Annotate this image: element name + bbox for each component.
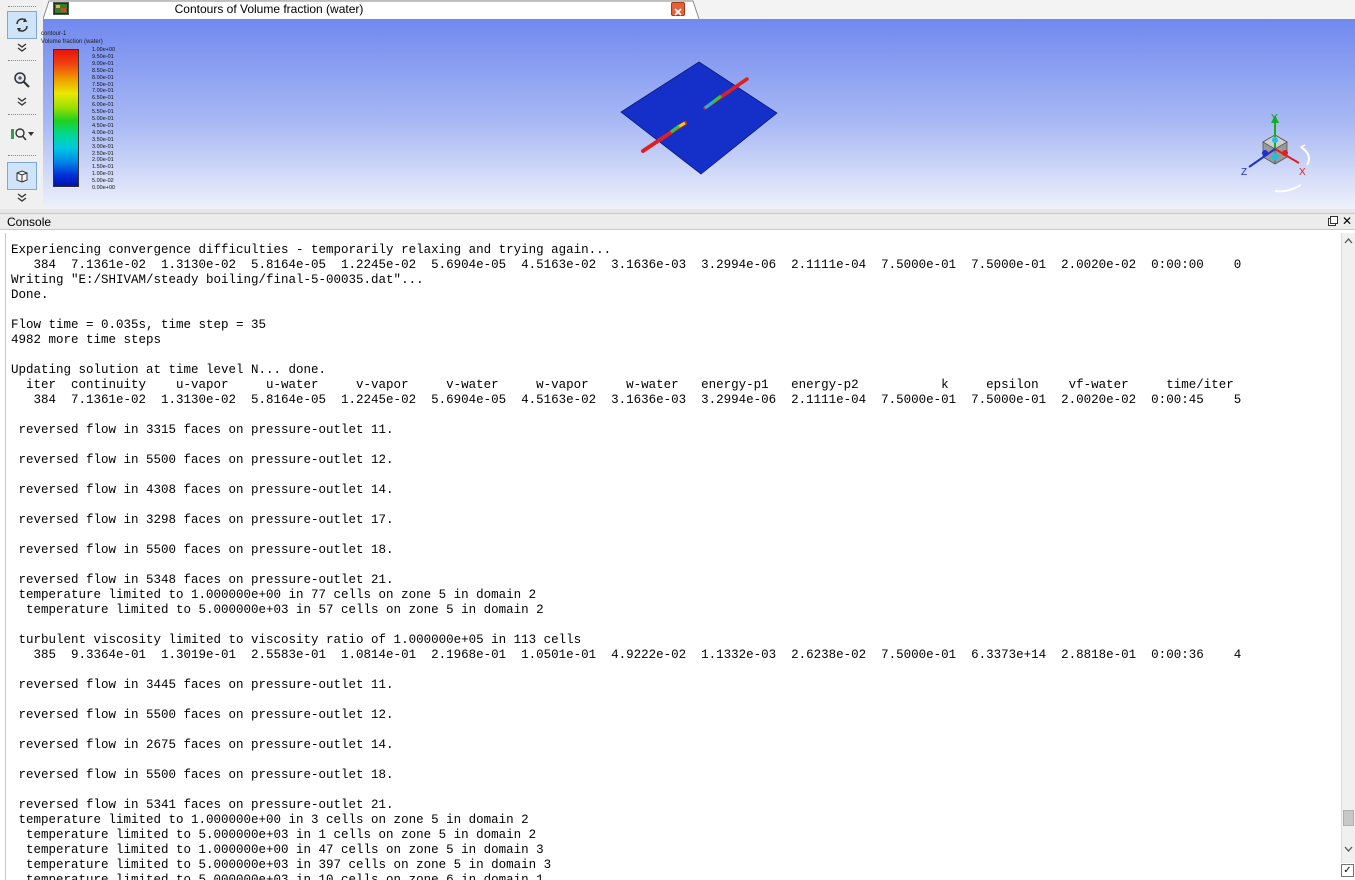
chevron-up-icon (1344, 238, 1353, 244)
console-line: reversed flow in 5500 faces on pressure-… (18, 543, 394, 557)
rotate-arrow-icon (1300, 146, 1310, 166)
console-line: temperature limited to 1.000000e+00 in 3… (18, 813, 529, 827)
console-output[interactable]: Experiencing convergence difficulties - … (5, 233, 1342, 880)
console-line: reversed flow in 5348 faces on pressure-… (18, 573, 394, 587)
legend-title: contour-1 (41, 31, 67, 37)
zoom-button[interactable] (7, 66, 37, 94)
console-line: reversed flow in 5500 faces on pressure-… (18, 708, 394, 722)
console-scrollbar[interactable] (1341, 233, 1355, 863)
rotate-icon (16, 18, 28, 32)
console-line: reversed flow in 5500 faces on pressure-… (18, 768, 394, 782)
legend-tick-label: 4.00e-01 (92, 129, 114, 136)
axis-z-label: Z (1241, 167, 1247, 178)
restore-icon[interactable] (1328, 216, 1338, 226)
graphics-viewport[interactable]: contour-1 Volume fraction (water) 1.00e+… (41, 19, 1355, 209)
tab-close-button[interactable] (671, 2, 685, 16)
legend-subtitle: Volume fraction (water) (41, 39, 103, 45)
console-line: reversed flow in 3445 faces on pressure-… (18, 678, 394, 692)
legend-tick-label: 4.50e-01 (92, 122, 114, 129)
legend-tick-label: 1.00e+00 (92, 47, 116, 53)
console-line: temperature limited to 5.000000e+03 in 3… (26, 858, 552, 872)
console-line: 384 7.1361e-02 1.3130e-02 5.8164e-05 1.2… (33, 393, 1242, 407)
console-line: reversed flow in 2675 faces on pressure-… (18, 738, 394, 752)
legend-tick-label: 8.50e-01 (92, 67, 114, 74)
console-line: reversed flow in 3298 faces on pressure-… (18, 513, 394, 527)
domain-surface (620, 61, 778, 175)
console-line: Done. (11, 288, 49, 302)
legend-tick-label: 5.50e-01 (92, 109, 114, 116)
console-line: turbulent viscosity limited to viscosity… (18, 633, 582, 647)
console-title: Console (7, 215, 52, 229)
cube-view-icon (16, 170, 28, 183)
axis-y-label: Y (1271, 113, 1278, 124)
scroll-down-button[interactable] (1342, 843, 1355, 857)
toolbar-separator (8, 155, 36, 156)
color-legend-bar (53, 49, 79, 187)
console-close-button[interactable]: ✕ (1342, 214, 1352, 228)
console-line: 4982 more time steps (11, 333, 162, 347)
console-line: temperature limited to 5.000000e+03 in 1… (26, 828, 537, 842)
console-line: temperature limited to 1.000000e+00 in 4… (26, 843, 544, 857)
console-line: 385 9.3364e-01 1.3019e-01 2.5583e-01 1.0… (33, 648, 1242, 662)
legend-tick-label: 7.50e-01 (92, 81, 114, 88)
console-line: reversed flow in 3315 faces on pressure-… (18, 423, 394, 437)
scroll-thumb[interactable] (1343, 810, 1354, 826)
probe-button[interactable] (7, 120, 37, 148)
console-line: reversed flow in 5341 faces on pressure-… (18, 798, 394, 812)
toolbar-separator (8, 60, 36, 61)
console-line: temperature limited to 5.000000e+03 in 1… (26, 873, 544, 880)
close-icon (674, 8, 682, 16)
console-line: reversed flow in 4308 faces on pressure-… (18, 483, 394, 497)
view-probe-icon (11, 128, 34, 141)
chevron-down-icon[interactable] (13, 43, 31, 53)
legend-tick-label: 6.00e-01 (92, 102, 114, 109)
tab-title: Contours of Volume fraction (water) (174, 2, 364, 16)
console-line: iter continuity u-vapor u-water v-vapor … (26, 378, 1234, 392)
legend-tick-label: 3.00e-01 (92, 143, 114, 150)
console-line: temperature limited to 1.000000e+00 in 7… (18, 588, 537, 602)
legend-tick-label: 7.00e-01 (92, 88, 114, 95)
legend-tick-label: 1.50e-01 (92, 164, 114, 171)
graphics-tab-strip: Contours of Volume fraction (water) (43, 0, 1355, 19)
chevron-down-icon[interactable] (13, 97, 31, 107)
console-line: temperature limited to 5.000000e+03 in 5… (26, 603, 544, 617)
graphics-toolbar (0, 0, 44, 210)
scroll-up-button[interactable] (1342, 235, 1355, 249)
legend-tick-label: 3.50e-01 (92, 136, 114, 143)
legend-tick-label: 9.00e-01 (92, 60, 114, 67)
axis-x-label: X (1299, 167, 1306, 178)
console-line: Flow time = 0.035s, time step = 35 (11, 318, 267, 332)
legend-tick-label: 8.00e-01 (92, 74, 114, 81)
legend-tick-label: 0.00e+00 (92, 185, 116, 191)
legend-tick-label: 9.50e-01 (92, 53, 114, 60)
autoscroll-checkbox[interactable]: ✓ (1341, 864, 1354, 877)
chevron-down-icon (1344, 846, 1353, 852)
tab-graphics[interactable]: Contours of Volume fraction (water) (43, 0, 699, 19)
axes-triad: Y X Z (1241, 113, 1310, 193)
view-cube-button[interactable] (7, 162, 37, 190)
console-line: 384 7.1361e-02 1.3130e-02 5.8164e-05 1.2… (33, 258, 1242, 272)
chevron-down-icon[interactable] (13, 193, 31, 203)
console-line: Writing "E:/SHIVAM/steady boiling/final-… (11, 273, 424, 287)
toolbar-separator (8, 114, 36, 115)
legend-tick-label: 5.00e-01 (92, 116, 114, 122)
contour-plot (620, 61, 778, 175)
legend-tick-label: 5.00e-02 (92, 178, 114, 185)
console-line: reversed flow in 5500 faces on pressure-… (18, 453, 394, 467)
console-line: Updating solution at time level N... don… (11, 363, 327, 377)
console-text: Experiencing convergence difficulties - … (11, 243, 1241, 880)
console-header: Console ✕ (0, 213, 1355, 230)
toolbar-separator (8, 6, 36, 7)
console-line: Experiencing convergence difficulties - … (11, 243, 612, 257)
legend-tick-label: 2.50e-01 (92, 150, 114, 157)
rotate-button[interactable] (7, 11, 37, 39)
legend-tick-label: 1.00e-01 (92, 171, 114, 178)
zoom-icon (14, 72, 30, 88)
legend-tick-label: 6.50e-01 (92, 95, 114, 102)
legend-tick-label: 2.00e-01 (92, 157, 114, 164)
